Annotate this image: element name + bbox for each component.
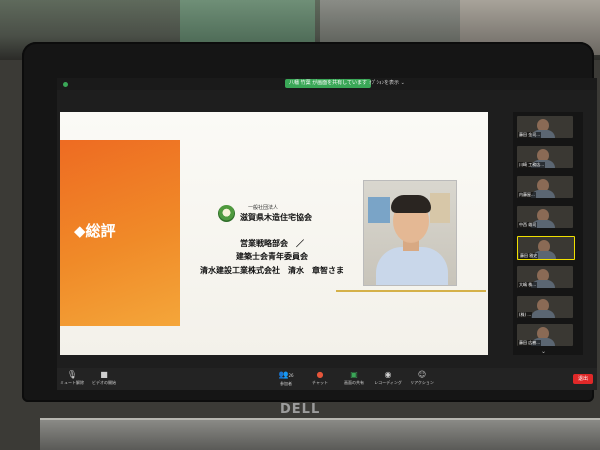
presenter-photo xyxy=(363,180,457,286)
participant-tile[interactable]: 川崎 工務店... xyxy=(517,146,573,168)
participant-tile[interactable]: 藤田 広樹... xyxy=(517,324,573,346)
microphone-muted-icon: 🎙 xyxy=(66,370,78,379)
shared-slide: ◆総評 一般社団法人 滋賀県木造住宅協会 営業戦略部会 ／ 建築士会青年委員会 … xyxy=(60,112,488,355)
association-logo-icon xyxy=(218,205,235,222)
share-screen-icon: ▣ xyxy=(350,370,358,379)
start-video-button[interactable]: ■ ビデオの開始 xyxy=(89,370,119,386)
slide-title: ◆総評 xyxy=(74,222,116,240)
participant-tile[interactable]: 中西 雄司 xyxy=(517,206,573,228)
accent-line xyxy=(336,290,486,292)
participant-tile[interactable]: 内藤屋... xyxy=(517,176,573,198)
background-green-fabric xyxy=(180,0,315,45)
participant-tile[interactable]: 藤田 金司... xyxy=(517,116,573,138)
participants-icon: 👥26 xyxy=(278,370,294,379)
security-icon[interactable] xyxy=(63,82,68,87)
background-grey-fabric xyxy=(320,0,460,45)
record-icon: ◉ xyxy=(384,370,392,379)
reaction-icon: ☺ xyxy=(417,370,427,379)
org-type: 一般社団法人 xyxy=(248,205,279,211)
view-options-button[interactable]: ｵﾌﾟｼｮﾝを表示 ⌄ xyxy=(369,79,405,88)
participant-tile-active[interactable]: 藤田 雅史 xyxy=(517,236,575,260)
participant-strip: 藤田 金司... 川崎 工務店... 内藤屋... 中西 雄司 藤田 雅史 大嶋… xyxy=(513,112,583,355)
laptop-base xyxy=(40,420,600,450)
presenter-line-1: 営業戦略部会 ／ xyxy=(240,239,304,248)
zoom-top-bar: 八幡 竹葉 が画面を共有しています ｵﾌﾟｼｮﾝを表示 ⌄ xyxy=(57,78,597,90)
share-banner[interactable]: 八幡 竹葉 が画面を共有しています xyxy=(285,79,372,88)
participants-button[interactable]: 👥26 参加者 xyxy=(271,370,301,387)
chat-icon: ● xyxy=(316,370,324,379)
mute-button[interactable]: 🎙 ミュート解除 xyxy=(57,370,87,386)
presenter-line-3: 清水建設工業株式会社 清水 章智さま xyxy=(200,266,344,275)
org-name: 滋賀県木造住宅協会 xyxy=(240,213,312,222)
chat-button[interactable]: ● チャット xyxy=(305,370,335,386)
participant-tile[interactable]: (株) ... xyxy=(517,296,573,318)
title-panel: ◆総評 xyxy=(60,140,180,326)
share-screen-button[interactable]: ▣ 画面の共有 xyxy=(339,370,369,386)
reactions-button[interactable]: ☺ リアクション xyxy=(407,370,437,386)
participant-tile[interactable]: 大嶋 株... xyxy=(517,266,573,288)
meeting-toolbar: 🎙 ミュート解除 ■ ビデオの開始 👥26 参加者 ● チャット ▣ 画面の共有… xyxy=(57,368,597,390)
video-off-icon: ■ xyxy=(100,370,108,379)
record-button[interactable]: ◉ レコーディング xyxy=(373,370,403,386)
chevron-down-icon[interactable]: ⌄ xyxy=(541,348,546,355)
org-block: 一般社団法人 滋賀県木造住宅協会 xyxy=(218,204,338,226)
leave-button[interactable]: 退出 xyxy=(573,374,593,384)
presenter-line-2: 建築士会青年委員会 xyxy=(236,252,308,261)
laptop-screen: 八幡 竹葉 が画面を共有しています ｵﾌﾟｼｮﾝを表示 ⌄ ◆総評 一般社団法人… xyxy=(57,78,597,390)
dell-logo: DELL xyxy=(280,402,321,417)
